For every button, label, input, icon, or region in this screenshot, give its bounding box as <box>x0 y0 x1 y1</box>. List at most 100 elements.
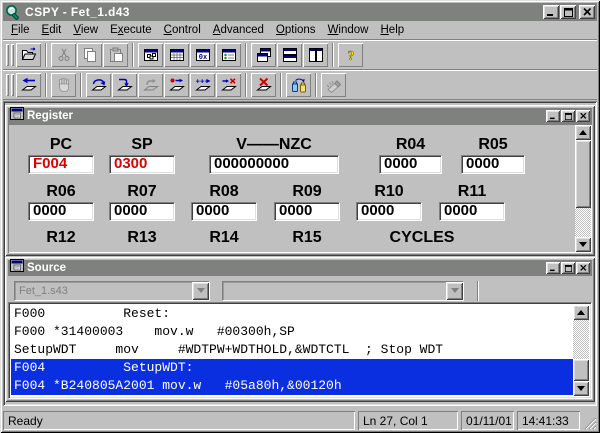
close-button[interactable] <box>579 5 595 19</box>
scroll-up-button[interactable] <box>573 305 589 320</box>
svg-text:0x: 0x <box>198 54 207 62</box>
register-field-pc[interactable]: F004 <box>28 155 94 174</box>
toggle-source-window-button[interactable] <box>216 43 241 67</box>
flashlight-tool-button <box>321 73 346 97</box>
register-label-r04: R04 <box>379 137 442 153</box>
register-maximize-button[interactable] <box>561 110 575 122</box>
toggle-register-window-button[interactable] <box>138 43 163 67</box>
tile-vertical-button[interactable] <box>303 43 328 67</box>
source-line[interactable]: SetupWDT mov #WDTPW+WDTHOLD,&WDTCTL ; St… <box>11 341 573 359</box>
register-cell-r13: R13 <box>109 230 175 246</box>
memory-tool-button[interactable] <box>286 73 311 97</box>
step-out-button <box>138 73 163 97</box>
register-scrollbar[interactable] <box>575 125 591 252</box>
window-titlebar[interactable]: CSPY - Fet_1.d43 <box>3 3 597 21</box>
source-line[interactable]: F004 SetupWDT: <box>11 359 573 377</box>
register-field-r08[interactable]: 0000 <box>191 202 257 221</box>
menu-item-help[interactable]: Help <box>374 22 410 38</box>
source-scrollbar[interactable] <box>573 305 589 396</box>
register-label-r10: R10 <box>356 184 422 200</box>
menu-item-file[interactable]: File <box>5 22 36 38</box>
scroll-down-button[interactable] <box>575 237 591 252</box>
register-close-button[interactable] <box>576 110 590 122</box>
file-combobox[interactable]: Fet_1.s43 <box>14 281 210 301</box>
status-time: 14:41:33 <box>517 411 580 430</box>
register-field-v-nzc[interactable]: 000000000 <box>209 155 339 174</box>
register-field-r06[interactable]: 0000 <box>28 202 94 221</box>
register-titlebar[interactable]: Register <box>8 108 592 124</box>
scroll-up-button[interactable] <box>575 125 591 140</box>
flashlight-icon <box>326 77 342 93</box>
register-field-r05[interactable]: 0000 <box>461 155 525 174</box>
cascade-windows-button[interactable] <box>251 43 276 67</box>
reset-button[interactable] <box>16 73 41 97</box>
open-file-button[interactable] <box>16 43 41 67</box>
toolbar-debug: +++ <box>3 70 597 100</box>
register-field-r11[interactable]: 0000 <box>439 202 505 221</box>
register-field-r04[interactable]: 0000 <box>379 155 442 174</box>
cut-icon <box>56 47 72 63</box>
context-combobox[interactable] <box>222 281 464 301</box>
help-icon: ? <box>343 47 359 63</box>
scroll-thumb[interactable] <box>575 140 591 208</box>
file-combobox-arrow[interactable] <box>192 282 209 300</box>
register-label-r09: R09 <box>274 184 340 200</box>
register-minimize-button[interactable] <box>546 110 560 122</box>
paste-icon <box>108 47 124 63</box>
toolbar-grip[interactable] <box>6 44 9 66</box>
tile-horizontal-button[interactable] <box>277 43 302 67</box>
maximize-button[interactable] <box>560 5 576 19</box>
register-label-sp: SP <box>109 137 175 153</box>
source-maximize-button[interactable] <box>561 262 575 274</box>
source-minimize-button[interactable] <box>546 262 560 274</box>
step-into-button[interactable] <box>112 73 137 97</box>
register-cell-r12: R12 <box>28 230 94 246</box>
source-titlebar[interactable]: Source <box>8 260 592 276</box>
menu-item-execute[interactable]: Execute <box>104 22 158 38</box>
register-cell-r06: R060000 <box>28 184 94 221</box>
hand-icon <box>56 77 72 93</box>
register-field-r07[interactable]: 0000 <box>109 202 175 221</box>
toggle-watch-window-button[interactable]: 0x <box>190 43 215 67</box>
toolbar-separator <box>315 73 317 97</box>
scroll-thumb[interactable] <box>573 359 589 381</box>
stop-button[interactable] <box>251 73 276 97</box>
register-cell-r11: R110000 <box>439 184 505 221</box>
menu-item-edit[interactable]: Edit <box>36 22 68 38</box>
triangle-up-icon <box>577 310 585 315</box>
minimize-button[interactable] <box>543 5 559 19</box>
file-combobox-value: Fet_1.s43 <box>15 282 192 300</box>
register-label-v-nzc: V——NZC <box>209 137 339 153</box>
scroll-down-button[interactable] <box>573 381 589 396</box>
step-into-icon <box>117 77 133 93</box>
context-combobox-arrow[interactable] <box>446 282 463 300</box>
source-line[interactable]: F000 *31400003 mov.w #00300h,SP <box>11 323 573 341</box>
resize-grip[interactable] <box>583 416 597 430</box>
step-over-button[interactable] <box>86 73 111 97</box>
menu-item-options[interactable]: Options <box>270 22 322 38</box>
run-to-cursor-button[interactable] <box>164 73 189 97</box>
register-cell-sp: SP 0300 <box>109 137 175 174</box>
toolbar-grip[interactable] <box>11 74 14 96</box>
toolbar-grip[interactable] <box>6 74 9 96</box>
multi-step-button[interactable]: +++ <box>190 73 215 97</box>
register-field-r09[interactable]: 0000 <box>274 202 340 221</box>
go-to-exit-button[interactable] <box>216 73 241 97</box>
toggle-memory-window-button[interactable] <box>164 43 189 67</box>
source-line[interactable]: F004 *B240805A2001 mov.w #05a80h,&00120h <box>11 377 573 395</box>
source-line[interactable]: F000 Reset: <box>11 305 573 323</box>
help-button[interactable]: ? <box>338 43 363 67</box>
toolbar-separator <box>132 43 134 67</box>
toolbar-grip[interactable] <box>11 44 14 66</box>
source-close-button[interactable] <box>576 262 590 274</box>
break-button <box>51 73 76 97</box>
menu-item-window[interactable]: Window <box>322 22 375 38</box>
register-field-sp[interactable]: 0300 <box>109 155 175 174</box>
copy-button <box>77 43 102 67</box>
menu-item-advanced[interactable]: Advanced <box>207 22 270 38</box>
menu-item-control[interactable]: Control <box>158 22 207 38</box>
paste-button <box>103 43 128 67</box>
toolbar-main: 0x? <box>3 40 597 70</box>
register-field-r10[interactable]: 0000 <box>356 202 422 221</box>
menu-item-view[interactable]: View <box>67 22 104 38</box>
